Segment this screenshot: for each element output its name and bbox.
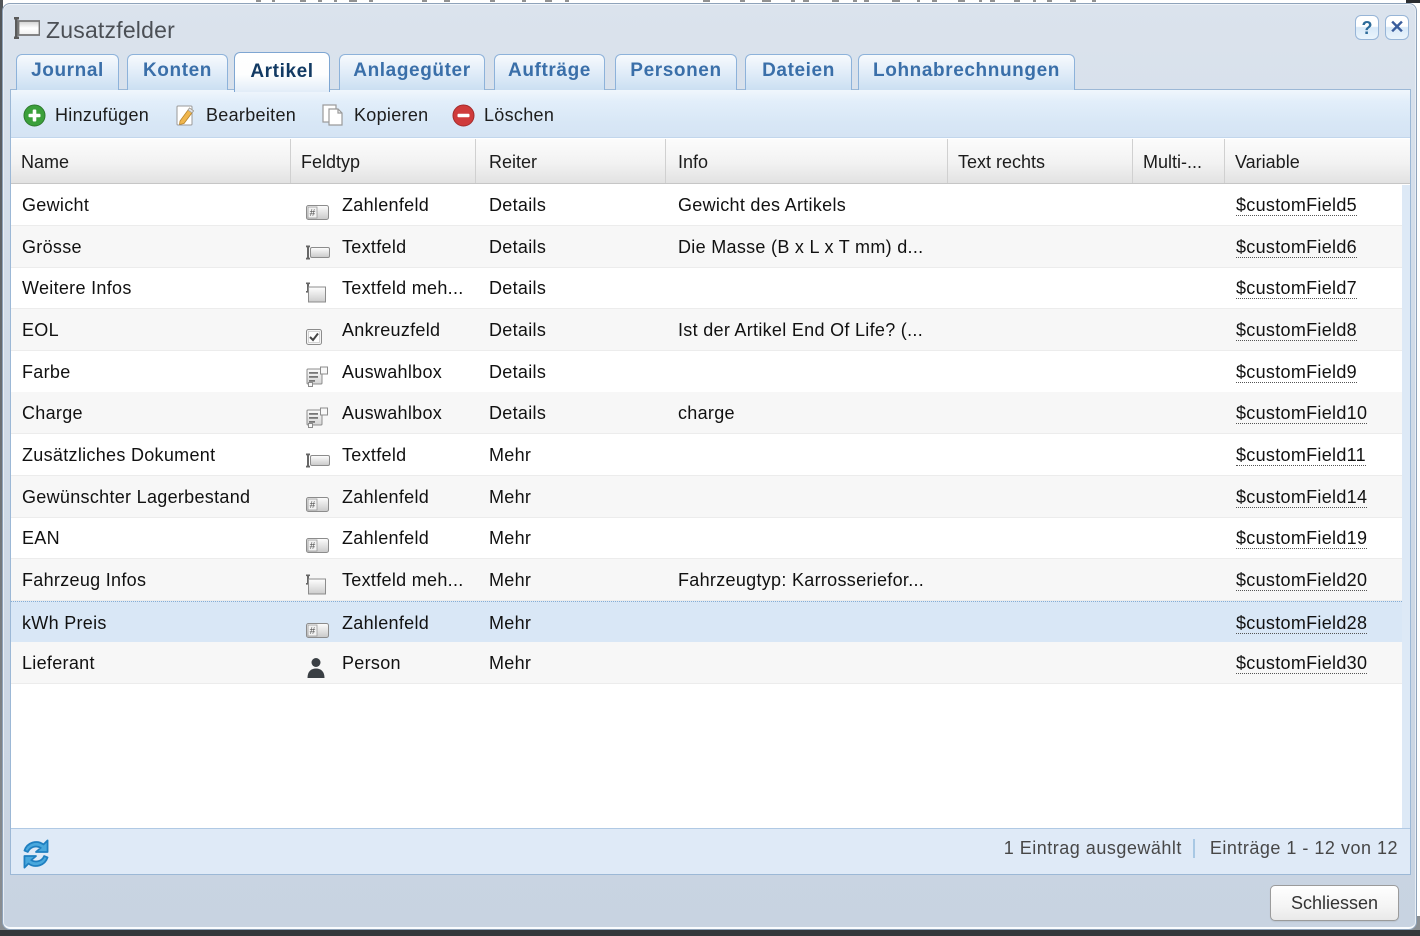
svg-text:#: # (310, 208, 316, 219)
svg-text:#: # (310, 541, 316, 552)
svg-text:#: # (310, 626, 316, 637)
svg-text:#: # (310, 500, 316, 511)
